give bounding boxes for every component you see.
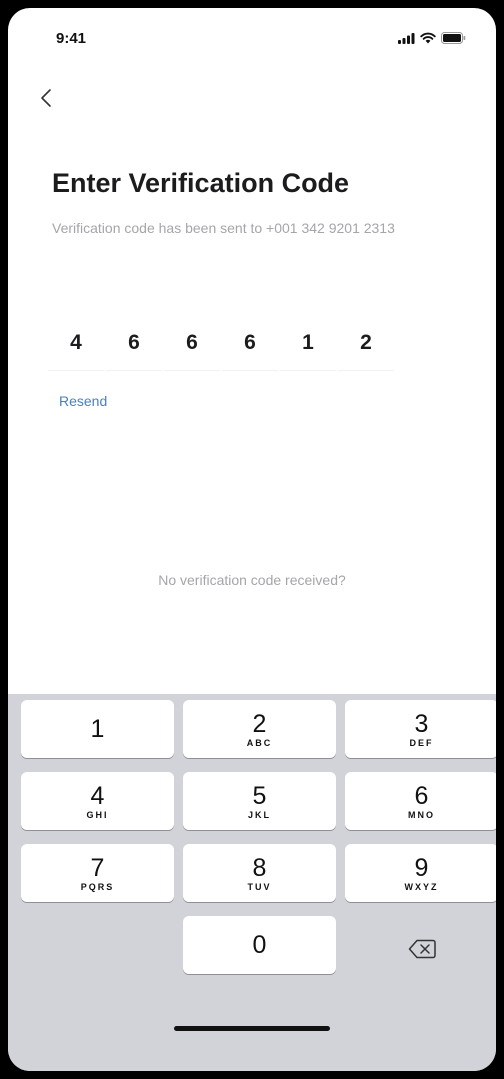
key-digit: 1 bbox=[90, 715, 105, 743]
status-time: 9:41 bbox=[56, 30, 87, 47]
key-letters: JKL bbox=[247, 809, 271, 820]
wifi-icon bbox=[420, 32, 436, 44]
page-title: Enter Verification Code bbox=[52, 168, 350, 198]
verification-code-input[interactable]: 4 6 6 6 1 2 bbox=[48, 316, 396, 371]
key-digit: 0 bbox=[252, 931, 267, 959]
key-4[interactable]: 4 GHI bbox=[21, 772, 174, 830]
phone-screen: 9:41 Enter Verification Code Verificatio… bbox=[8, 8, 496, 1071]
code-digit-5[interactable]: 1 bbox=[280, 316, 336, 371]
key-digit: 4 bbox=[90, 781, 105, 810]
key-digit: 6 bbox=[414, 781, 429, 810]
cellular-signal-icon bbox=[398, 32, 415, 44]
battery-icon bbox=[441, 32, 466, 44]
key-letters: TUV bbox=[247, 881, 272, 892]
key-7[interactable]: 7 PQRS bbox=[21, 844, 174, 902]
code-digit-2[interactable]: 6 bbox=[106, 316, 162, 371]
backspace-icon bbox=[408, 939, 436, 964]
key-3[interactable]: 3 DEF bbox=[345, 700, 496, 758]
key-digit: 3 bbox=[414, 709, 429, 738]
key-letters: WXYZ bbox=[404, 881, 439, 892]
key-2[interactable]: 2 ABC bbox=[183, 700, 336, 758]
verification-subtitle: Verification code has been sent to +001 … bbox=[52, 220, 395, 236]
key-letters: MNO bbox=[408, 809, 435, 820]
code-digit-4[interactable]: 6 bbox=[222, 316, 278, 371]
back-button[interactable] bbox=[32, 86, 60, 114]
key-digit: 7 bbox=[90, 853, 105, 882]
key-digit: 9 bbox=[414, 853, 429, 882]
status-icons bbox=[398, 32, 466, 44]
key-8[interactable]: 8 TUV bbox=[183, 844, 336, 902]
code-digit-1[interactable]: 4 bbox=[48, 316, 104, 371]
chevron-left-icon bbox=[40, 88, 52, 113]
numeric-keypad: 1 2 ABC 3 DEF 4 GHI 5 JKL 6 MNO 7 PQRS 8… bbox=[8, 694, 496, 1071]
key-0[interactable]: 0 bbox=[183, 916, 336, 974]
code-digit-3[interactable]: 6 bbox=[164, 316, 220, 371]
key-digit: 5 bbox=[252, 781, 267, 810]
key-9[interactable]: 9 WXYZ bbox=[345, 844, 496, 902]
key-letters: DEF bbox=[409, 737, 434, 748]
key-digit: 2 bbox=[252, 709, 267, 738]
key-6[interactable]: 6 MNO bbox=[345, 772, 496, 830]
key-1[interactable]: 1 bbox=[21, 700, 174, 758]
code-digit-6[interactable]: 2 bbox=[338, 316, 394, 371]
key-letters: ABC bbox=[246, 737, 273, 748]
key-letters: PQRS bbox=[80, 881, 115, 892]
delete-key[interactable] bbox=[345, 922, 496, 980]
status-bar: 9:41 bbox=[8, 8, 496, 58]
no-code-received-text: No verification code received? bbox=[158, 572, 346, 588]
key-digit: 8 bbox=[252, 853, 267, 882]
home-indicator[interactable] bbox=[174, 1026, 330, 1031]
key-letters: GHI bbox=[86, 809, 109, 820]
resend-link[interactable]: Resend bbox=[59, 393, 107, 409]
key-5[interactable]: 5 JKL bbox=[183, 772, 336, 830]
device-frame: 9:41 Enter Verification Code Verificatio… bbox=[0, 0, 504, 1079]
